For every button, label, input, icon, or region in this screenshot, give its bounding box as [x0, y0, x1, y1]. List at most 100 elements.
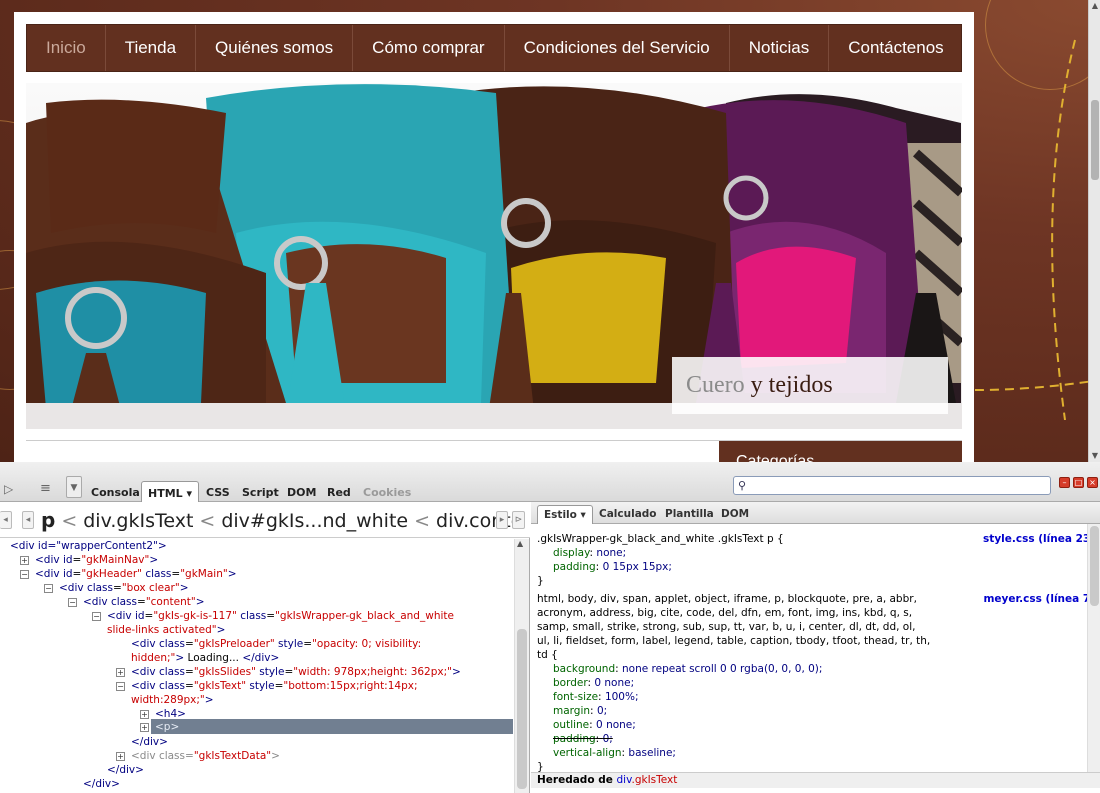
tree-row-selected[interactable]: + <p> [140, 720, 179, 734]
tree-row[interactable]: hidden;"> Loading... </div> [131, 651, 279, 665]
css-selector[interactable]: samp, small, strike, strong, sub, sup, t… [537, 620, 1087, 634]
crumb-forward-icon[interactable]: ▸ [496, 511, 508, 529]
crumb-end-icon[interactable]: ⊳ [512, 511, 525, 529]
crumb-back-icon[interactable]: ◂ [22, 511, 34, 529]
tab-html[interactable]: HTML ▾ [141, 481, 200, 502]
menu-icon[interactable]: ≡ [40, 481, 51, 496]
tree-row[interactable]: <div class="gkIsPreloader" style="opacit… [131, 637, 421, 651]
css-property[interactable]: margin: 0; [537, 704, 1087, 718]
scrollbar-thumb[interactable] [517, 629, 527, 789]
tab-style[interactable]: Estilo ▾ [537, 505, 593, 524]
nav-item-noticias[interactable]: Noticias [730, 25, 830, 71]
css-property-overridden[interactable]: padding: 0; [537, 732, 1087, 746]
attr-name: class [141, 568, 172, 580]
node-tag: <div id="wrapperContent2"> [10, 540, 167, 552]
tree-row[interactable]: − <div class="box clear"> [44, 581, 189, 595]
css-property[interactable]: font-size: 100%; [537, 690, 1087, 704]
tree-row[interactable]: <div id="wrapperContent2"> [10, 539, 167, 553]
collapse-icon[interactable]: − [116, 682, 125, 691]
collapse-icon[interactable]: − [20, 570, 29, 579]
tree-row[interactable]: − <div id="gkHeader" class="gkMain"> [20, 567, 237, 581]
tree-row[interactable]: − <div class="content"> [68, 595, 205, 609]
nav-item-como-comprar[interactable]: Cómo comprar [353, 25, 505, 71]
css-property[interactable]: padding: 0 15px 15px; [537, 560, 1087, 574]
tab-net[interactable]: Red [327, 486, 351, 499]
dropdown-arrow-icon[interactable]: ▼ [66, 476, 82, 498]
scrollbar-thumb[interactable] [1091, 100, 1099, 180]
inspect-icon[interactable]: ▷ [4, 482, 13, 496]
tree-row[interactable]: + <div class="gkIsSlides" style="width: 9… [116, 665, 461, 679]
expand-icon[interactable]: + [140, 723, 149, 732]
css-property[interactable]: outline: 0 none; [537, 718, 1087, 732]
tree-row[interactable]: + <h4> [140, 707, 186, 721]
scrollbar-thumb[interactable] [1090, 526, 1099, 606]
css-property[interactable]: vertical-align: baseline; [537, 746, 1087, 760]
css-selector[interactable]: td { [537, 648, 1087, 662]
page-scrollbar[interactable]: ▲ ▼ [1088, 0, 1100, 462]
firebug-toolbar: ▷ ≡ ▼ Consola HTML ▾ CSS Script DOM Red … [0, 462, 1100, 502]
style-scrollbar[interactable] [1087, 524, 1100, 772]
close-icon[interactable]: × [1087, 477, 1098, 488]
tree-row[interactable]: </div> [107, 763, 144, 777]
attr-name: class [158, 750, 186, 762]
tree-row[interactable]: + <div class="gkIsTextData"> [116, 749, 280, 763]
expand-icon[interactable]: + [116, 668, 125, 677]
nav-item-condiciones[interactable]: Condiciones del Servicio [505, 25, 730, 71]
nav-item-tienda[interactable]: Tienda [106, 25, 197, 71]
tab-computed[interactable]: Calculado [599, 508, 657, 520]
css-property[interactable]: display: none; [537, 546, 1087, 560]
scroll-down-arrow-icon[interactable]: ▼ [1089, 450, 1100, 462]
nav-item-contactenos[interactable]: Contáctenos [829, 25, 962, 71]
css-property[interactable]: border: 0 none; [537, 676, 1087, 690]
tree-scrollbar[interactable]: ▲ [514, 539, 529, 793]
node-tag: <div [83, 596, 111, 608]
css-selector[interactable]: acronym, address, big, cite, code, del, … [537, 606, 1087, 620]
tab-side-dom[interactable]: DOM [721, 508, 749, 520]
breadcrumb: ◂ ◂ p < div.gkIsText < div#gkIs...nd_white < d… [0, 502, 530, 538]
tab-layout[interactable]: Plantilla [665, 508, 714, 520]
detach-icon[interactable]: □ [1073, 477, 1084, 488]
expand-icon[interactable]: + [116, 752, 125, 761]
tree-row[interactable]: − <div id="gkIs-gk-is-117" class="gkIsWra… [92, 609, 454, 623]
collapse-icon[interactable]: − [68, 598, 77, 607]
tab-dom[interactable]: DOM [287, 486, 316, 499]
node-tag: <div [131, 680, 159, 692]
attr-name: style [246, 680, 275, 692]
tree-row[interactable]: </div> [83, 777, 120, 791]
image-slider[interactable]: Cuero y tejidos [26, 83, 962, 429]
css-selector[interactable]: ul, li, fieldset, form, label, legend, t… [537, 634, 1087, 648]
tree-row[interactable]: </div> [131, 735, 168, 749]
css-source-link[interactable]: meyer.css (línea 7) [983, 592, 1095, 606]
sidebar-heading-categorias[interactable]: Categorías [719, 441, 962, 462]
expand-icon[interactable]: + [140, 710, 149, 719]
crumb-content[interactable]: div.conte [436, 510, 522, 532]
crumb-gkistext[interactable]: div.gkIsText [83, 510, 193, 532]
collapse-icon[interactable]: − [92, 612, 101, 621]
minimize-icon[interactable]: – [1059, 477, 1070, 488]
nav-item-quienes-somos[interactable]: Quiénes somos [196, 25, 354, 71]
search-input[interactable]: ⚲ [733, 476, 1051, 495]
css-source-link[interactable]: style.css (línea 23) [983, 532, 1095, 546]
tab-css[interactable]: CSS [206, 486, 230, 499]
tree-row[interactable]: width:289px;"> [131, 693, 214, 707]
collapse-icon[interactable]: − [44, 584, 53, 593]
tab-script[interactable]: Script [242, 486, 279, 499]
scroll-up-arrow-icon[interactable]: ▲ [1089, 0, 1100, 12]
tree-row[interactable]: + <div id="gkMainNav"> [20, 553, 158, 567]
attr-value: "gkIsTextData" [193, 750, 272, 762]
search-icon: ⚲ [738, 479, 747, 492]
tree-row[interactable]: − <div class="gkIsText" style="bottom:15p… [116, 679, 418, 693]
tab-cookies[interactable]: Cookies [363, 486, 411, 499]
crumb-gkis-wrapper[interactable]: div#gkIs...nd_white [221, 510, 408, 532]
inherited-element-link[interactable]: div [617, 774, 632, 786]
page-container: Inicio Tienda Quiénes somos Cómo comprar… [14, 12, 974, 462]
tab-console[interactable]: Consola [91, 486, 140, 499]
scroll-up-arrow-icon[interactable]: ▲ [517, 539, 523, 548]
crumb-p[interactable]: p [41, 508, 55, 532]
crumb-left-edge[interactable]: ◂ [0, 511, 12, 529]
expand-icon[interactable]: + [20, 556, 29, 565]
nav-item-inicio[interactable]: Inicio [27, 25, 106, 71]
tree-row[interactable]: slide-links activated"> [107, 623, 225, 637]
css-property[interactable]: background: none repeat scroll 0 0 rgba(… [537, 662, 1087, 676]
inherited-class-link[interactable]: .gkIsText [631, 774, 677, 786]
